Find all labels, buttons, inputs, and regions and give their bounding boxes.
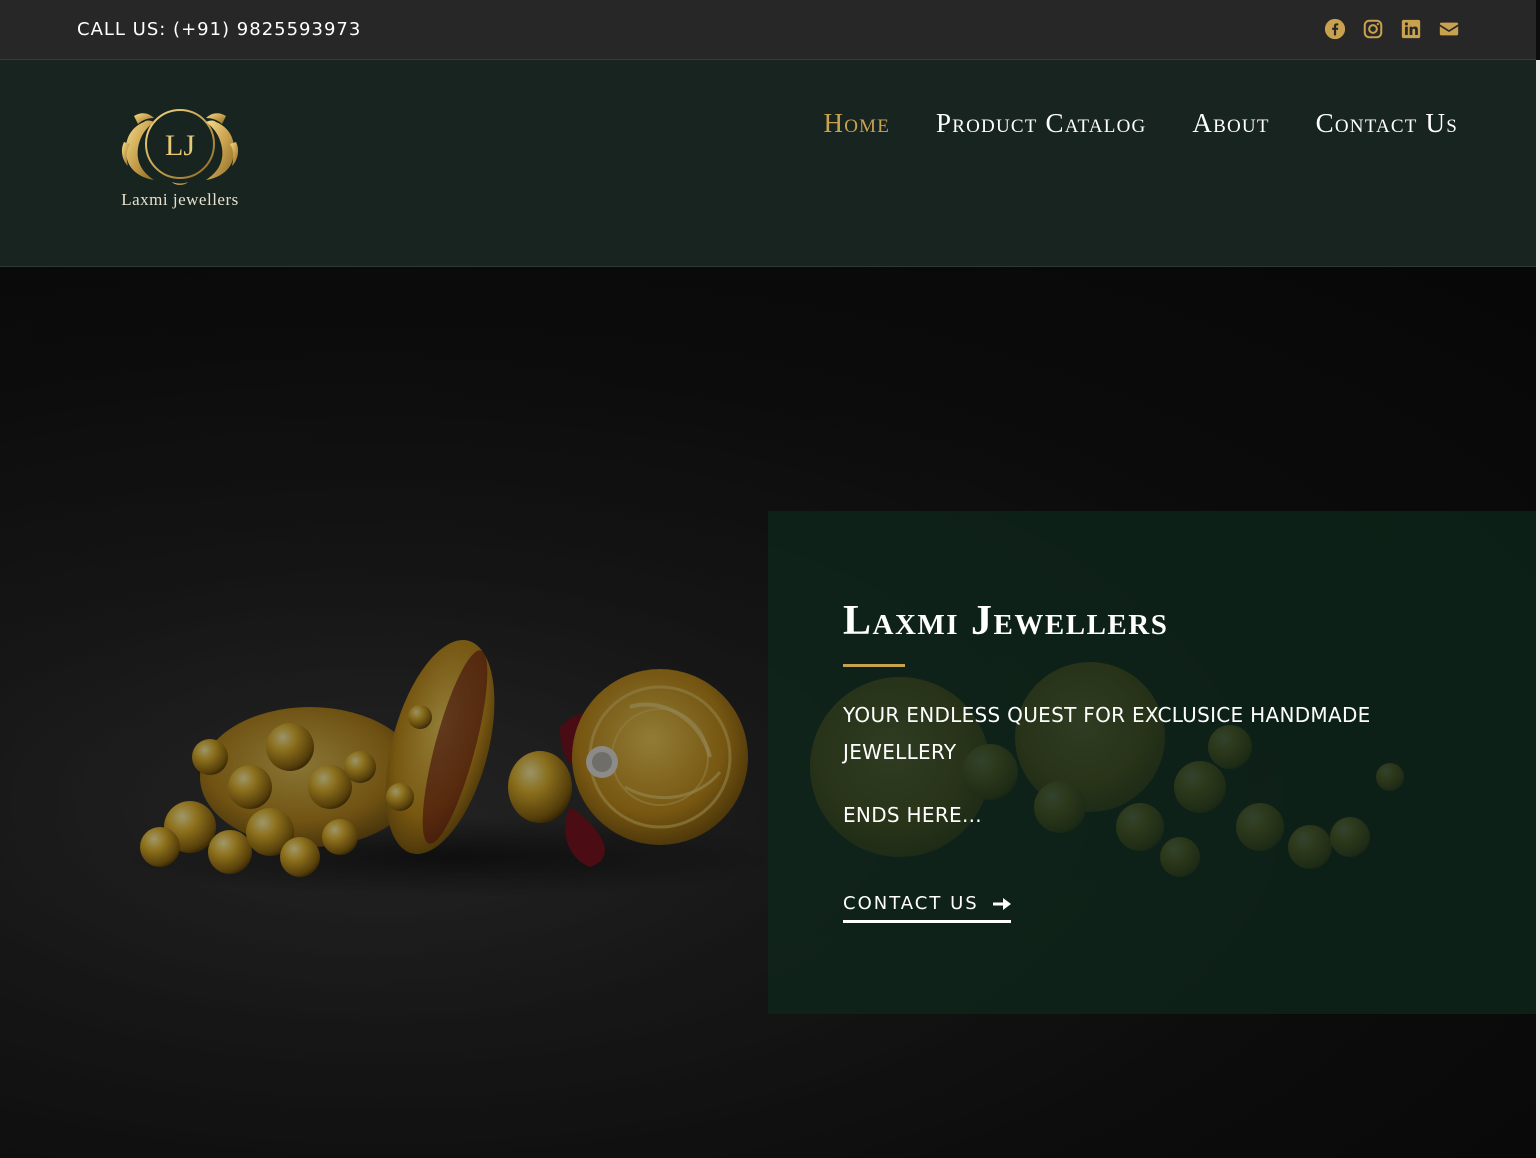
logo-text: Laxmi jewellers — [121, 190, 239, 209]
nav-item-home[interactable]: Home — [824, 108, 891, 139]
nav-item-about[interactable]: About — [1192, 108, 1269, 139]
logo-monogram: LJ — [165, 129, 195, 162]
instagram-icon[interactable] — [1362, 18, 1384, 40]
page-edge — [1536, 60, 1540, 1158]
logo-emblem-icon: LJ — [121, 109, 239, 185]
hero-tagline-ends: ENDS HERE... — [843, 803, 982, 827]
linkedin-icon[interactable] — [1400, 18, 1422, 40]
title-underline — [843, 664, 905, 667]
hero-title: Laxmi Jewellers — [843, 598, 1169, 644]
social-links — [1324, 18, 1460, 40]
main-nav: Home Product Catalog About Contact Us — [824, 108, 1458, 139]
arrow-right-icon — [992, 897, 1011, 910]
contact-us-button-label: CONTACT US — [843, 893, 979, 914]
hero-section: Laxmi Jewellers YOUR ENDLESS QUEST FOR E… — [0, 267, 1536, 1158]
nav-item-contact-us[interactable]: Contact Us — [1316, 108, 1458, 139]
nav-item-product-catalog[interactable]: Product Catalog — [936, 108, 1146, 139]
email-icon[interactable] — [1438, 18, 1460, 40]
facebook-icon[interactable] — [1324, 18, 1346, 40]
call-us-text: CALL US: (+91) 9825593973 — [77, 19, 362, 40]
logo[interactable]: LJ Laxmi jewellers — [114, 102, 246, 214]
top-bar: CALL US: (+91) 9825593973 — [0, 0, 1536, 60]
contact-us-button[interactable]: CONTACT US — [843, 893, 1011, 923]
site-header: LJ Laxmi jewellers Home Product Catalog … — [0, 60, 1536, 267]
hero-tagline: YOUR ENDLESS QUEST FOR EXCLUSICE HANDMAD… — [843, 703, 1371, 764]
hero-text-panel: Laxmi Jewellers YOUR ENDLESS QUEST FOR E… — [768, 511, 1536, 1014]
